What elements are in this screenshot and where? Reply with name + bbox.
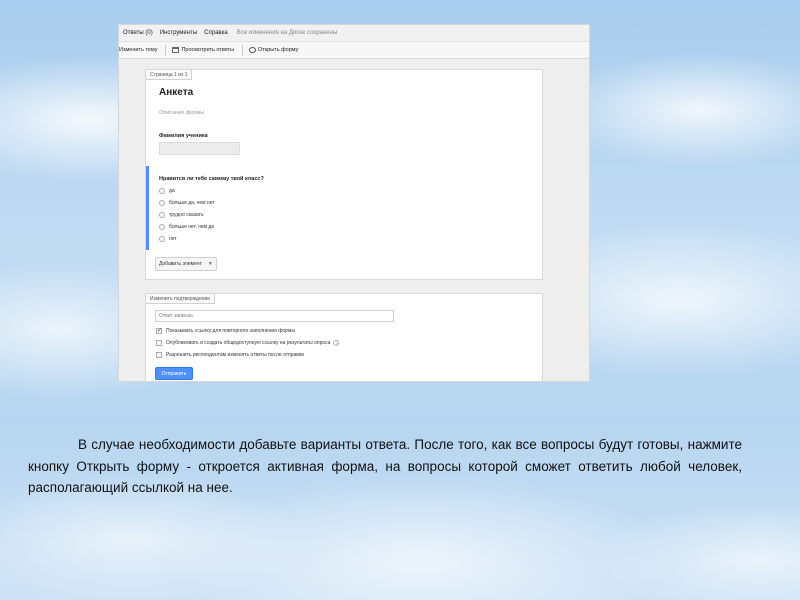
checkbox-icon (156, 352, 162, 358)
radio-option[interactable]: нет (159, 236, 177, 242)
radio-icon (159, 188, 165, 194)
publish-results-checkbox[interactable]: Опубликовать и создать общедоступную ссы… (156, 340, 340, 346)
radio-option[interactable]: больше да, чем нет (159, 200, 215, 206)
menu-responses[interactable]: Ответы (0) (123, 30, 153, 36)
toolbar-divider (242, 44, 244, 56)
form-title[interactable]: Анкета (159, 87, 193, 98)
view-responses-button[interactable]: Просмотреть ответы (172, 47, 234, 53)
menu-bar: Ответы (0) Инструменты Справка Все измен… (119, 25, 589, 42)
form-description[interactable]: Описание формы (159, 110, 204, 116)
active-question-indicator (146, 166, 149, 250)
add-item-button[interactable]: Добавить элемент ▼ (155, 257, 217, 271)
toolbar-divider (165, 44, 167, 56)
question-label-class: Нравится ли тебе самому твой класс? (159, 176, 264, 182)
help-icon[interactable]: ? (333, 340, 340, 346)
radio-option-label: больше нет, чем да (169, 224, 215, 230)
menu-tools[interactable]: Инструменты (160, 30, 197, 36)
checkbox-icon (156, 340, 162, 346)
surname-text-field[interactable] (159, 142, 240, 155)
form-card: Страница 1 из 1 Анкета Описание формы Фа… (145, 69, 543, 280)
change-theme-button[interactable]: Изменить тему (119, 47, 157, 53)
radio-icon (159, 200, 165, 206)
form-editor-screenshot: Ответы (0) Инструменты Справка Все измен… (118, 24, 590, 382)
allow-edit-checkbox[interactable]: Разрешить респондентам изменять ответы п… (156, 352, 304, 358)
save-status: Все изменения на Диске сохранены (236, 30, 338, 36)
open-form-button[interactable]: Открыть форму (249, 47, 298, 53)
radio-option[interactable]: больше нет, чем да (159, 224, 214, 230)
radio-icon (159, 212, 165, 218)
radio-icon (159, 236, 165, 242)
open-form-label: Открыть форму (258, 47, 299, 53)
radio-option-label: трудно сказать (169, 212, 204, 218)
add-item-label: Добавить элемент (159, 261, 202, 267)
chevron-down-icon: ▼ (207, 261, 213, 267)
open-form-icon (249, 47, 257, 53)
view-responses-label: Просмотреть ответы (181, 47, 235, 53)
radio-icon (159, 224, 165, 230)
show-resubmit-link-checkbox[interactable]: ✓ Показывать ссылку для повторного запол… (156, 328, 295, 334)
checkbox-label: Разрешить респондентам изменять ответы п… (166, 352, 304, 358)
confirmation-tab[interactable]: Изменить подтверждение (146, 294, 216, 304)
page-indicator: Страница 1 из 1 (146, 70, 193, 80)
editor-toolbar: Изменить тему Просмотреть ответы Открыть… (119, 42, 589, 59)
question-label-surname: Фамилия ученика (159, 133, 208, 139)
radio-option-label: больше да, чем нет (169, 200, 215, 206)
checkbox-label: Опубликовать и создать общедоступную ссы… (166, 340, 331, 346)
checkmark-icon: ✓ (156, 328, 163, 334)
radio-option[interactable]: да (159, 188, 175, 194)
spreadsheet-icon (172, 47, 180, 53)
confirmation-card: Изменить подтверждение Ответ записан. ✓ … (145, 293, 543, 381)
radio-option-label: да (169, 188, 175, 194)
confirmation-message-input[interactable]: Ответ записан. (155, 310, 394, 322)
radio-option[interactable]: трудно сказать (159, 212, 204, 218)
radio-option-label: нет (169, 236, 177, 242)
menu-help[interactable]: Справка (204, 30, 228, 36)
checkbox-label: Показывать ссылку для повторного заполне… (166, 328, 295, 334)
change-theme-label: Изменить тему (119, 47, 158, 53)
instruction-paragraph: В случае необходимости добавьте варианты… (28, 437, 742, 495)
submit-button[interactable]: Отправить (155, 367, 193, 380)
